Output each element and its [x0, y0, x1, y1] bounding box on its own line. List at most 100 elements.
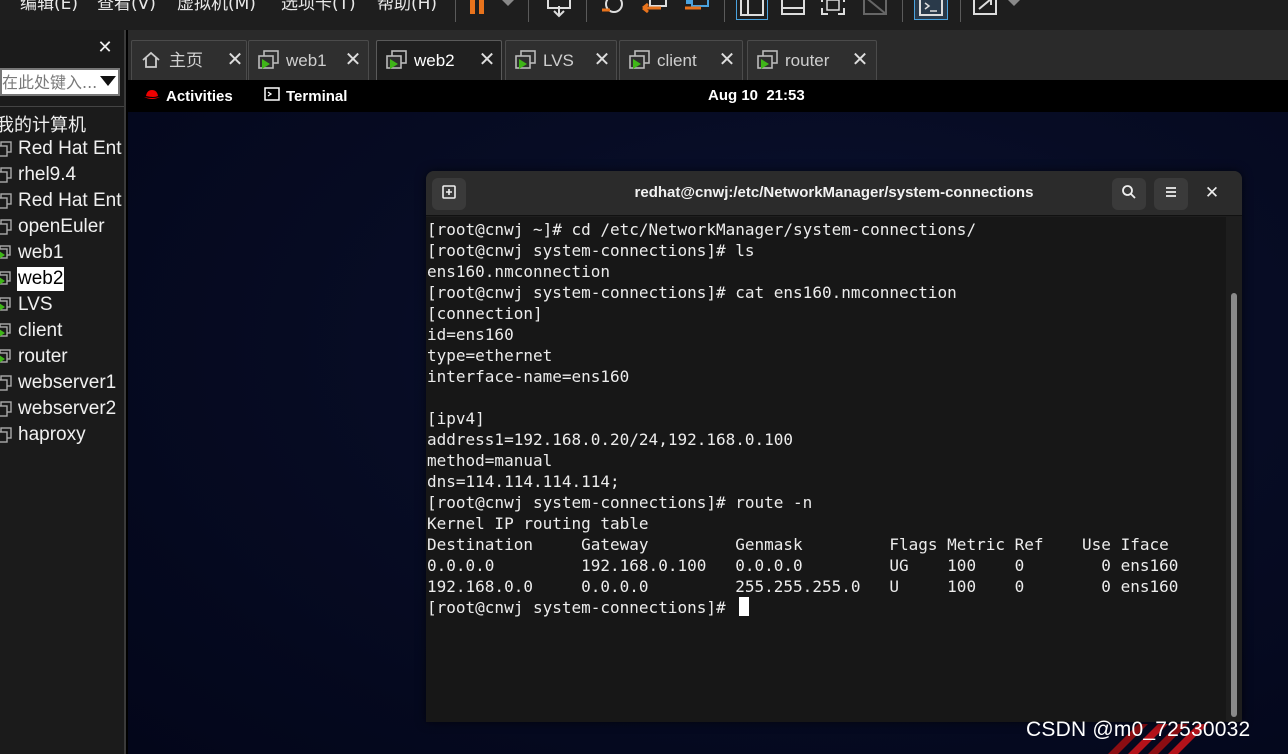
tree-root-my-computer[interactable]: 我的计算机	[0, 111, 86, 137]
terminal-line-text: address1=192.168.0.20/24,192.168.0.100	[427, 430, 794, 449]
clock[interactable]: Aug 10 21:53	[708, 87, 805, 104]
sidebar-item-web2[interactable]: web2	[0, 266, 124, 292]
scrollbar-thumb[interactable]	[1231, 293, 1237, 717]
terminal-line-text: [connection]	[427, 304, 543, 323]
sidebar-item-router[interactable]: router	[0, 344, 124, 370]
terminal-scrollbar[interactable]	[1226, 217, 1242, 722]
terminal-line-text: ens160.nmconnection	[427, 262, 611, 281]
sidebar-item-label: client	[18, 320, 63, 341]
chevron-down-icon[interactable]	[100, 76, 116, 86]
sidebar-item-rhel9-4[interactable]: rhel9.4	[0, 162, 124, 188]
terminal-output[interactable]: [root@cnwj ~]# cd /etc/NetworkManager/sy…	[426, 217, 1226, 722]
fullscreen-button[interactable]	[818, 0, 848, 20]
tab-label: 主页	[169, 51, 203, 70]
tab-lvs[interactable]: LVS ✕	[505, 40, 617, 80]
terminal-line: 192.168.0.0 0.0.0.0 255.255.255.0 U 100 …	[427, 576, 1226, 597]
tab-web2[interactable]: web2 ✕	[376, 40, 502, 80]
search-button[interactable]	[1112, 178, 1146, 210]
pause-button[interactable]	[468, 0, 516, 20]
send-ctrl-alt-del-button[interactable]	[544, 0, 574, 20]
close-tab-icon[interactable]: ✕	[343, 50, 363, 70]
sidebar-item-label: LVS	[18, 294, 53, 315]
tab-label: LVS	[543, 51, 574, 70]
revert-snapshot-button[interactable]	[640, 0, 670, 20]
vm-running-icon	[258, 50, 280, 77]
tab-router[interactable]: router ✕	[747, 40, 877, 80]
menu-button[interactable]	[1154, 178, 1188, 210]
vm-running-icon	[386, 50, 408, 77]
thumbnail-bar-icon	[779, 0, 807, 20]
sidebar-item-haproxy[interactable]: haproxy	[0, 422, 124, 448]
close-tab-icon[interactable]: ✕	[850, 50, 870, 70]
vm-running-icon	[515, 50, 537, 77]
redhat-logo-icon	[144, 87, 160, 105]
library-search-input[interactable]	[2, 70, 98, 94]
activities-button[interactable]: Activities	[144, 87, 233, 105]
snapshot-button[interactable]	[598, 0, 628, 20]
sidebar-item-red-hat-ent[interactable]: Red Hat Ent	[0, 136, 124, 162]
menu-vm[interactable]: 虚拟机(M)	[177, 0, 256, 15]
console-view-icon	[918, 0, 944, 19]
menu-edit[interactable]: 编辑(E)	[20, 0, 78, 15]
vm-icon	[0, 427, 12, 443]
sidebar-item-label: web1	[18, 242, 64, 263]
sidebar-item-webserver2[interactable]: webserver2	[0, 396, 124, 422]
close-tab-icon[interactable]: ✕	[477, 50, 497, 70]
sidebar-item-openeuler[interactable]: openEuler	[0, 214, 124, 240]
vm-running-icon	[757, 50, 779, 77]
terminal-line-text: [root@cnwj system-connections]#	[427, 598, 736, 617]
terminal-line: Kernel IP routing table	[427, 513, 1226, 534]
snapshot-manager-button[interactable]	[682, 0, 712, 20]
close-window-icon[interactable]: ✕	[1202, 183, 1222, 203]
sidebar-item-red-hat-ent[interactable]: Red Hat Ent	[0, 188, 124, 214]
library-search[interactable]	[0, 68, 120, 96]
tab-client[interactable]: client ✕	[619, 40, 743, 80]
sidebar-item-label: Red Hat Ent	[18, 190, 122, 211]
search-icon	[1121, 184, 1137, 205]
sidebar-item-label: webserver1	[18, 372, 117, 393]
terminal-app-icon	[264, 87, 280, 105]
sidebar-toggle-button[interactable]	[736, 0, 768, 20]
toolbar-separator	[960, 0, 961, 22]
menu-view[interactable]: 查看(V)	[97, 0, 156, 15]
sidebar-item-lvs[interactable]: LVS	[0, 292, 124, 318]
terminal-line-text: id=ens160	[427, 325, 514, 344]
terminal-line-text: Kernel IP routing table	[427, 514, 649, 533]
tab-strip: 主页 ✕ web1 ✕ web2 ✕ LVS ✕ client ✕ router ✕	[128, 30, 1288, 80]
close-library-icon[interactable]: ✕	[96, 38, 114, 56]
terminal-cursor	[739, 597, 750, 616]
menu-help[interactable]: 帮助(H)	[377, 0, 437, 15]
console-view-button[interactable]	[914, 0, 948, 20]
vm-icon	[0, 167, 12, 183]
terminal-line: method=manual	[427, 450, 1226, 471]
sidebar-item-webserver1[interactable]: webserver1	[0, 370, 124, 396]
terminal-line-text: Destination Gateway Genmask Flags Metric…	[427, 535, 1169, 554]
app-menu-label: Terminal	[286, 87, 348, 105]
toolbar-separator	[902, 0, 903, 22]
vm-running-icon	[0, 245, 12, 261]
tab-label: web2	[414, 51, 455, 70]
terminal-line: [ipv4]	[427, 408, 1226, 429]
terminal-line-text: [root@cnwj system-connections]# route -n	[427, 493, 813, 512]
sidebar-item-web1[interactable]: web1	[0, 240, 124, 266]
app-menu-terminal[interactable]: Terminal	[264, 87, 347, 105]
menu-tabs[interactable]: 选项卡(T)	[281, 0, 356, 15]
unity-button[interactable]	[860, 0, 890, 20]
terminal-line-text: 192.168.0.0 0.0.0.0 255.255.255.0 U 100 …	[427, 577, 1179, 596]
terminal-line: 0.0.0.0 192.168.0.100 0.0.0.0 UG 100 0 0…	[427, 555, 1226, 576]
activities-label: Activities	[166, 87, 233, 105]
close-tab-icon[interactable]: ✕	[592, 50, 612, 70]
tab-home[interactable]: 主页 ✕	[131, 40, 247, 80]
close-tab-icon[interactable]: ✕	[717, 50, 737, 70]
library-sidebar: ✕ 我的计算机 Red Hat Ent rhel9.4 Red Hat Ent ope…	[0, 30, 126, 754]
tab-label: client	[657, 51, 697, 70]
sidebar-item-client[interactable]: client	[0, 318, 124, 344]
close-tab-icon[interactable]: ✕	[225, 50, 245, 70]
thumbnail-bar-button[interactable]	[778, 0, 808, 20]
tab-web1[interactable]: web1 ✕	[248, 40, 369, 80]
tab-label: router	[785, 51, 830, 70]
stretch-button[interactable]	[972, 0, 1024, 20]
terminal-line-text: type=ethernet	[427, 346, 553, 365]
snapshot-manager-icon	[683, 0, 711, 20]
